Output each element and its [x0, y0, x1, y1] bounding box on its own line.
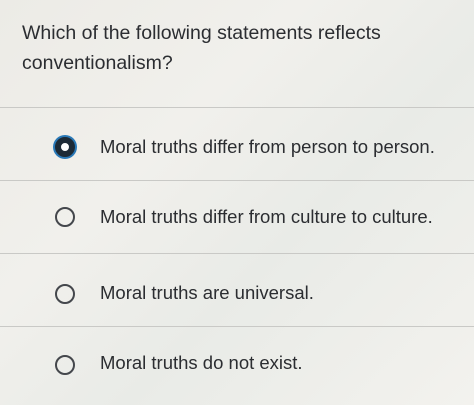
- option-label: Moral truths differ from culture to cult…: [100, 206, 433, 227]
- radio-button[interactable]: [55, 284, 75, 304]
- divider: [0, 107, 474, 108]
- divider: [0, 326, 474, 327]
- radio-button-selected[interactable]: [55, 137, 75, 157]
- option-label: Moral truths do not exist.: [100, 352, 303, 373]
- divider: [0, 180, 474, 181]
- question-text: Which of the following statements reflec…: [22, 22, 381, 74]
- option-label: Moral truths differ from person to perso…: [100, 136, 435, 157]
- answer-option-2[interactable]: Moral truths differ from culture to cult…: [0, 183, 474, 253]
- answer-option-4[interactable]: Moral truths do not exist.: [0, 329, 474, 399]
- answer-option-3[interactable]: Moral truths are universal.: [0, 256, 474, 326]
- option-label: Moral truths are universal.: [100, 282, 314, 303]
- radio-button[interactable]: [55, 207, 75, 227]
- answer-option-1[interactable]: Moral truths differ from person to perso…: [0, 110, 474, 180]
- radio-button[interactable]: [55, 355, 75, 375]
- divider: [0, 253, 474, 254]
